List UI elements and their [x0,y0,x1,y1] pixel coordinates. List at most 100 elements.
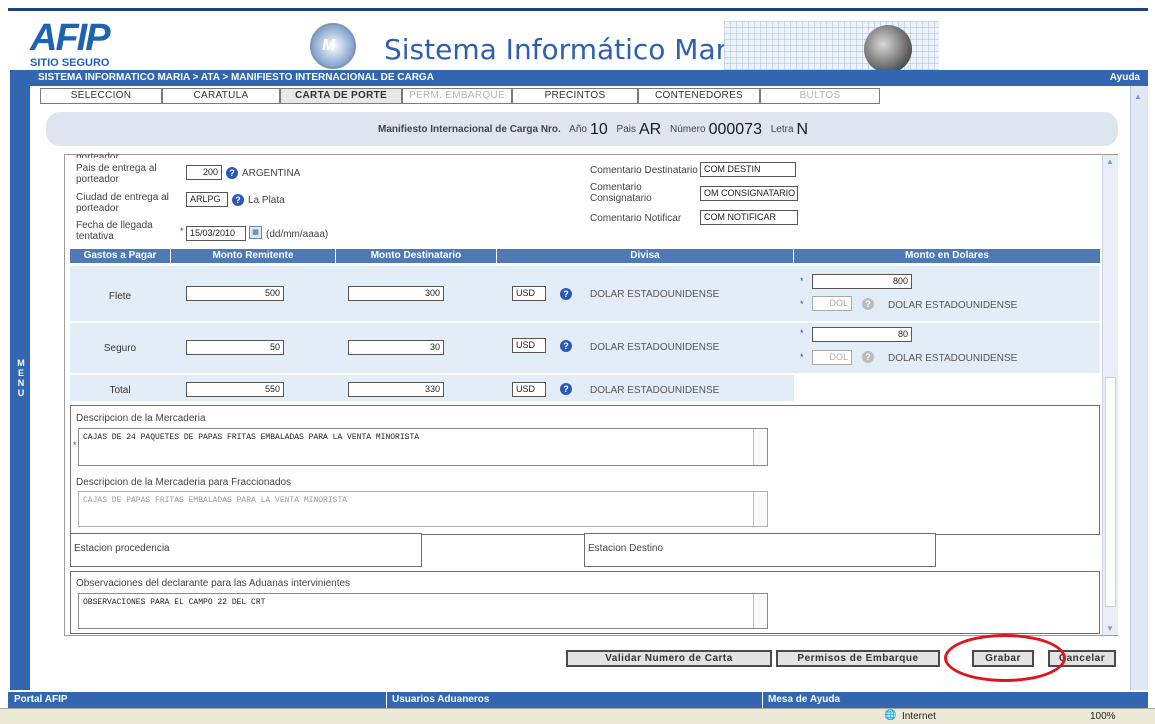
tab-precintos[interactable]: PRECINTOS [512,88,638,104]
comentario-consignatario-label: Comentario Consignatario [590,182,652,204]
flete-remitente-input[interactable]: 500 [186,286,284,301]
tab-contenedores[interactable]: CONTENEDORES [638,88,760,104]
comentario-notificar-input[interactable]: COM NOTIFICAR [700,210,798,225]
observaciones-value: OBSERVACIONES PARA EL CAMPO 22 DEL CRT [83,598,266,607]
help-icon: ? [862,351,874,363]
pais-entrega-name: ARGENTINA [242,168,301,179]
manifest-label: Manifiesto Internacional de Carga Nro. [378,124,561,135]
comentario-destinatario-input[interactable]: COM DESTIN [700,162,796,177]
fecha-format-hint: (dd/mm/aaaa) [266,229,329,240]
textarea-scrollbar [753,492,767,526]
afip-logo-subtitle: SITIO SEGURO [30,57,110,69]
textarea-scrollbar[interactable] [753,594,767,628]
estacion-destino-label: Estacion Destino [588,543,664,554]
seguro-dol-name: DOLAR ESTADOUNIDENSE [888,353,1018,364]
col-header-gastos: Gastos a Pagar [70,249,170,263]
seguro-divisa-input[interactable]: USD [512,338,546,353]
total-divisa-name: DOLAR ESTADOUNIDENSE [590,385,720,396]
required-marker: * [800,276,804,286]
fecha-llegada-input[interactable]: 15/03/2010 [186,226,246,241]
total-divisa-input[interactable]: USD [512,382,546,397]
footer-divider [762,692,763,708]
footer-usuarios-aduaneros-link[interactable]: Usuarios Aduaneros [392,694,489,705]
tab-caratula[interactable]: CARATULA [162,88,280,104]
desc-mercaderia-label: Descripcion de la Mercaderia [76,413,206,424]
pais-value: AR [638,121,662,138]
ciudad-entrega-name: La Plata [248,195,285,206]
scroll-up-icon[interactable]: ▲ [1134,92,1144,101]
side-menu[interactable]: MENU [10,70,30,690]
browser-status-bar: 🌐 Internet 100% [0,708,1155,724]
calendar-icon[interactable]: ▦ [249,226,262,239]
help-icon[interactable]: ? [560,383,572,395]
footer-portal-afip-link[interactable]: Portal AFIP [14,694,68,705]
letra-label: Letra [770,124,794,135]
internet-zone-label: Internet [902,711,936,722]
help-icon: ? [862,298,874,310]
breadcrumb: SISTEMA INFORMATICO MARIA > ATA > MANIFI… [38,72,434,83]
zoom-level[interactable]: 100% [1090,711,1116,722]
letra-value: N [796,121,809,138]
ciudad-entrega-label: Ciudad de entrega al porteador [76,192,169,214]
numero-value: 000073 [708,121,762,138]
help-link[interactable]: Ayuda [1110,72,1140,83]
footer-divider [386,692,387,708]
required-marker: * [73,440,77,450]
total-remitente-input[interactable]: 550 [186,382,284,397]
permisos-embarque-button[interactable]: Permisos de Embarque [776,650,940,667]
desc-fraccionados-textarea: CAJAS DE PAPAS FRITAS EMBALADAS PARA LA … [78,491,768,527]
afip-logo: AFIP SITIO SEGURO [30,17,170,69]
tab-seleccion[interactable]: SELECCION [40,88,162,104]
row-divider [70,321,1100,322]
textarea-scrollbar[interactable] [753,429,767,465]
required-marker: * [800,352,804,362]
observaciones-label: Observaciones del declarante para las Ad… [76,578,351,589]
validar-numero-carta-button[interactable]: Validar Numero de Carta [566,650,772,667]
pais-label: Pais [616,124,636,135]
help-icon[interactable]: ? [226,167,238,179]
flete-divisa-name: DOLAR ESTADOUNIDENSE [590,289,720,300]
pais-entrega-label: Pais de entrega al porteador [76,163,157,185]
comentario-notificar-label: Comentario Notificar [590,213,682,224]
ciudad-entrega-code-input[interactable]: ARLPG [186,192,228,207]
desc-mercaderia-textarea[interactable]: CAJAS DE 24 PAQUETES DE PAPAS FRITAS EMB… [78,428,768,466]
help-icon[interactable]: ? [560,288,572,300]
seguro-remitente-input[interactable]: 50 [186,340,284,355]
col-header-monto-dolares: Monto en Dolares [794,249,1100,263]
panel-scroll-up-icon[interactable]: ▲ [1106,157,1114,166]
comentario-consignatario-input[interactable]: OM CONSIGNATARIO [700,186,798,201]
col-header-divisa: Divisa [497,249,793,263]
app-header: AFIP SITIO SEGURO M Sistema Informático … [8,8,1148,73]
row-divider [70,373,1100,374]
flete-destinatario-input[interactable]: 300 [348,286,444,301]
page-scrollbar[interactable] [1130,70,1148,690]
seguro-destinatario-input[interactable]: 30 [348,340,444,355]
panel-scrollbar[interactable]: ▲ ▼ [1102,155,1118,635]
desc-fraccionados-value: CAJAS DE PAPAS FRITAS EMBALADAS PARA LA … [83,496,348,505]
tab-bar: SELECCION CARATULA CARTA DE PORTE PERM. … [40,88,880,104]
maria-seal-icon: M [310,23,356,69]
pais-entrega-code-input[interactable]: 200 [186,165,222,180]
highlight-circle-annotation [944,634,1066,682]
observaciones-textarea[interactable]: OBSERVACIONES PARA EL CAMPO 22 DEL CRT [78,593,768,629]
panel-scroll-thumb[interactable] [1105,377,1116,607]
help-icon[interactable]: ? [232,194,244,206]
flete-dolares-input[interactable]: 800 [812,274,912,289]
seguro-divisa-name: DOLAR ESTADOUNIDENSE [590,342,720,353]
afip-logo-text: AFIP [30,17,111,59]
tab-carta-de-porte[interactable]: CARTA DE PORTE [280,88,402,104]
total-destinatario-input[interactable]: 330 [348,382,444,397]
seguro-dol-code: DOL [812,350,852,365]
numero-label: Número [670,124,706,135]
flete-dol-name: DOLAR ESTADOUNIDENSE [888,300,1018,311]
footer-mesa-ayuda-link[interactable]: Mesa de Ayuda [768,694,840,705]
seguro-dolares-input[interactable]: 80 [812,327,912,342]
breadcrumb-bar: SISTEMA INFORMATICO MARIA > ATA > MANIFI… [30,70,1148,86]
required-marker: * [180,226,184,236]
flete-divisa-input[interactable]: USD [512,286,546,301]
desc-mercaderia-value: CAJAS DE 24 PAQUETES DE PAPAS FRITAS EMB… [83,433,420,442]
panel-scroll-down-icon[interactable]: ▼ [1106,624,1114,633]
globe-emblem-icon [864,25,912,73]
flete-dol-code: DOL [812,296,852,311]
help-icon[interactable]: ? [560,340,572,352]
